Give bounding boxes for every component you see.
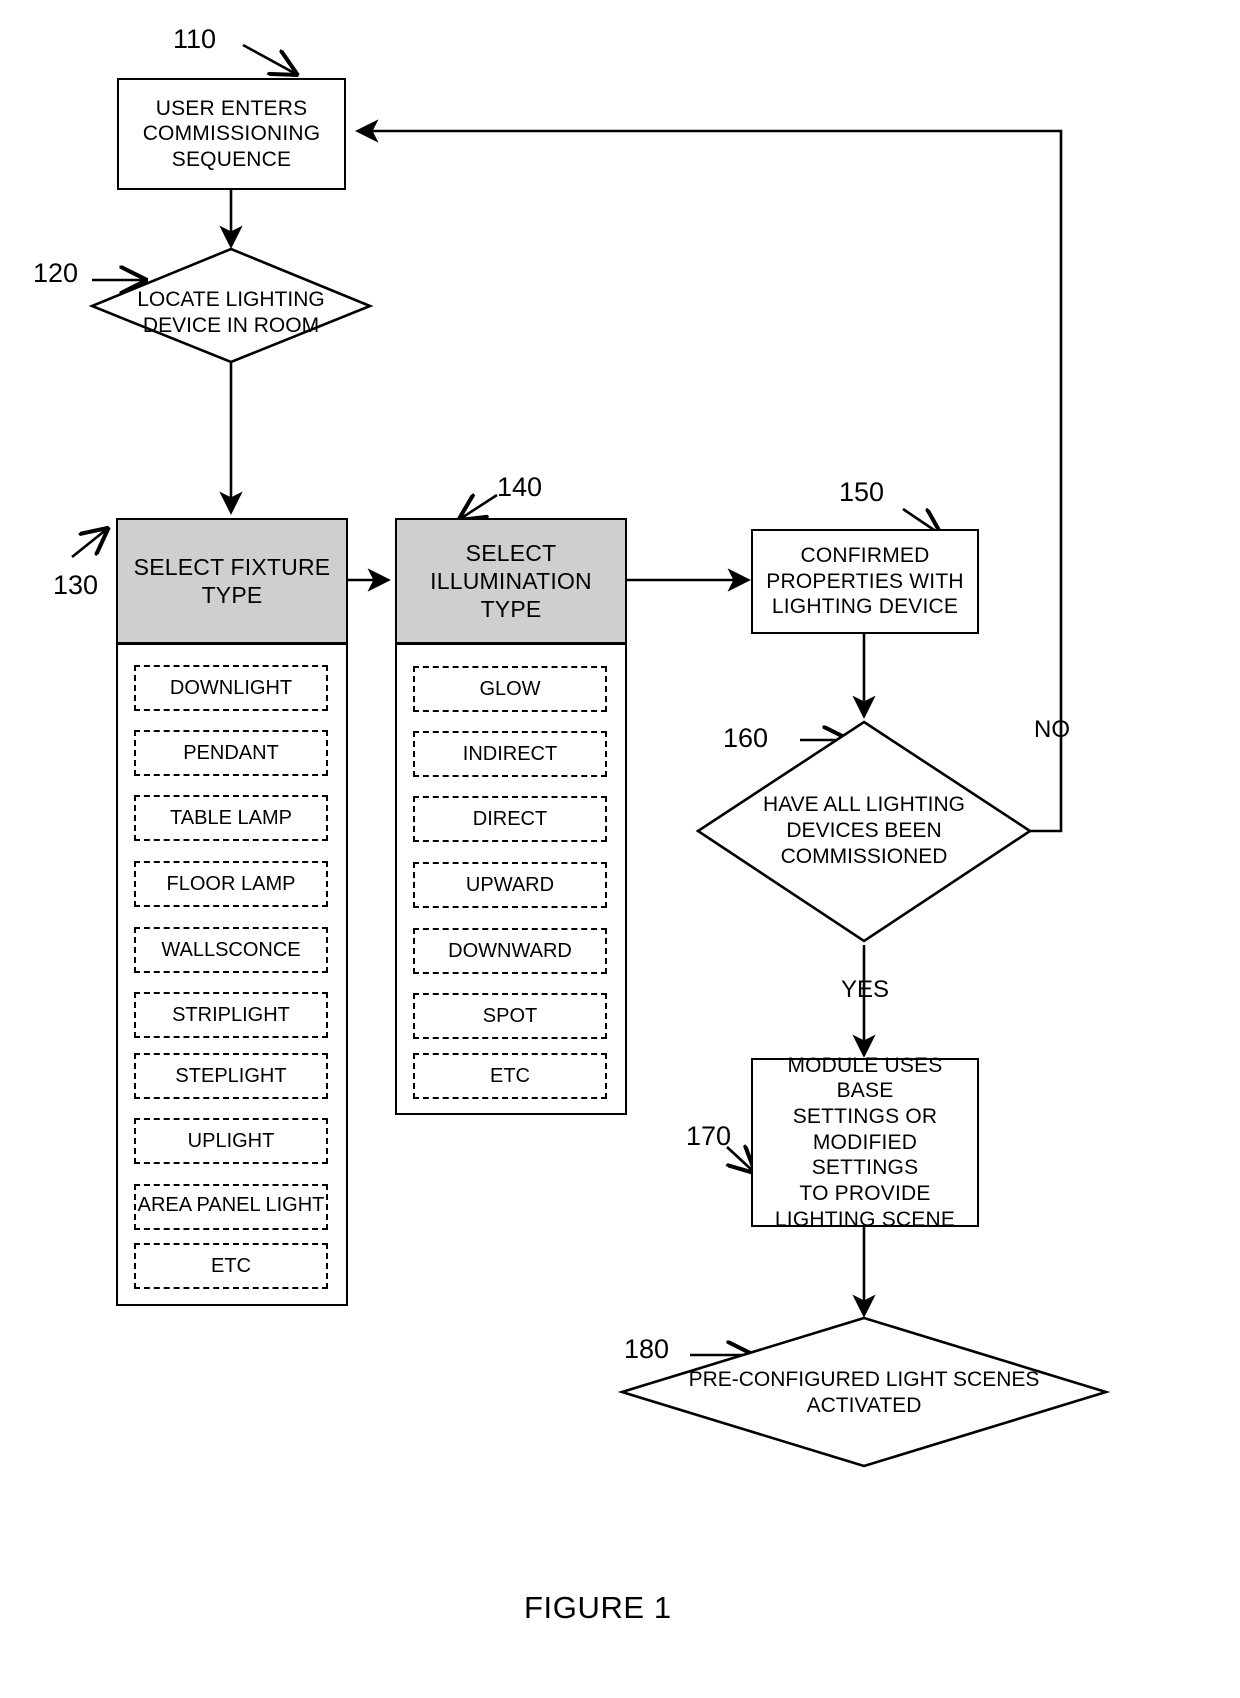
- fixture-option-uplight[interactable]: UPLIGHT: [134, 1118, 328, 1164]
- ref-numeral-170: 170: [686, 1121, 732, 1151]
- node-170-line4: TO PROVIDE: [799, 1181, 931, 1205]
- node-110-text: USER ENTERS COMMISSIONING SEQUENCE: [142, 96, 321, 171]
- illumination-option-label: ETC: [490, 1064, 530, 1087]
- node-170-line2: SETTINGS OR: [792, 1105, 938, 1129]
- node-130-header: SELECT FIXTURE TYPE: [133, 553, 331, 608]
- leader-110: [242, 43, 296, 74]
- figure-canvas: USER ENTERS COMMISSIONING SEQUENCE 110 L…: [0, 0, 1240, 1698]
- edge-label-yes: YES: [841, 976, 890, 1003]
- fixture-option-pendant[interactable]: PENDANT: [134, 730, 328, 776]
- ref-numeral-150: 150: [839, 477, 885, 507]
- fixture-option-wallsconce[interactable]: WALLSCONCE: [134, 927, 328, 973]
- node-confirmed-properties: CONFIRMED PROPERTIES WITH LIGHTING DEVIC…: [751, 529, 979, 634]
- fixture-option-label: PENDANT: [183, 741, 279, 764]
- leader-130: [71, 529, 107, 559]
- illumination-option-label: DIRECT: [472, 807, 548, 830]
- ref-numeral-130: 130: [53, 570, 99, 600]
- node-140-header: SELECT ILLUMINATION TYPE: [430, 539, 592, 623]
- node-170-line1: MODULE USES BASE: [787, 1053, 943, 1103]
- fixture-option-label: UPLIGHT: [187, 1129, 275, 1152]
- node-150-line3: LIGHTING DEVICE: [771, 595, 959, 619]
- illumination-option-label: GLOW: [479, 677, 541, 700]
- illumination-option-label: UPWARD: [465, 873, 555, 896]
- node-150-line2: PROPERTIES WITH: [766, 569, 964, 593]
- fixture-option-label: TABLE LAMP: [170, 806, 292, 829]
- illumination-option-downward[interactable]: DOWNWARD: [413, 928, 607, 974]
- fixture-option-label: DOWNLIGHT: [169, 676, 293, 699]
- illumination-option-label: DOWNWARD: [448, 939, 572, 962]
- ref-numeral-110: 110: [173, 24, 217, 54]
- edge-label-no: NO: [1034, 716, 1070, 743]
- fixture-option-floor-lamp[interactable]: FLOOR LAMP: [134, 861, 328, 907]
- node-module-uses-settings: MODULE USES BASE SETTINGS OR MODIFIED SE…: [751, 1054, 979, 1231]
- fixture-option-etc[interactable]: ETC: [134, 1243, 328, 1289]
- illumination-option-upward[interactable]: UPWARD: [413, 862, 607, 908]
- node-select-fixture-type[interactable]: SELECT FIXTURE TYPE: [116, 518, 348, 645]
- diamond-locate-shape: [88, 247, 374, 364]
- fixture-option-steplight[interactable]: STEPLIGHT: [134, 1053, 328, 1099]
- fixture-option-label: AREA PANEL LIGHT: [137, 1194, 325, 1216]
- illumination-option-etc[interactable]: ETC: [413, 1053, 607, 1099]
- fixture-option-label: STRIPLIGHT: [172, 1003, 290, 1026]
- node-170-line3: MODIFIED SETTINGS: [811, 1130, 919, 1180]
- fixture-option-area-panel-light[interactable]: AREA PANEL LIGHT: [134, 1184, 328, 1230]
- ref-numeral-180: 180: [624, 1334, 670, 1364]
- fixture-option-table-lamp[interactable]: TABLE LAMP: [134, 795, 328, 841]
- node-user-enters-commissioning-sequence: USER ENTERS COMMISSIONING SEQUENCE: [117, 78, 346, 190]
- illumination-option-spot[interactable]: SPOT: [413, 993, 607, 1039]
- node-170-line5: LIGHTING SCENE: [774, 1207, 956, 1231]
- fixture-option-label: WALLSCONCE: [161, 938, 301, 961]
- illumination-option-direct[interactable]: DIRECT: [413, 796, 607, 842]
- fixture-option-label: STEPLIGHT: [175, 1064, 287, 1087]
- node-150-line1: CONFIRMED: [800, 544, 930, 568]
- fixture-option-striplight[interactable]: STRIPLIGHT: [134, 992, 328, 1038]
- ref-numeral-120: 120: [33, 258, 79, 288]
- fixture-option-label: FLOOR LAMP: [166, 872, 296, 895]
- leader-140: [460, 495, 498, 519]
- node-select-illumination-type[interactable]: SELECT ILLUMINATION TYPE: [395, 518, 627, 645]
- ref-numeral-160: 160: [723, 723, 769, 753]
- illumination-option-glow[interactable]: GLOW: [413, 666, 607, 712]
- illumination-option-label: SPOT: [482, 1004, 538, 1027]
- diamond-scenes-shape: [617, 1316, 1111, 1468]
- illumination-option-indirect[interactable]: INDIRECT: [413, 731, 607, 777]
- ref-numeral-140: 140: [497, 472, 543, 502]
- figure-caption: FIGURE 1: [524, 1590, 672, 1625]
- fixture-option-label: ETC: [211, 1254, 251, 1277]
- diamond-all-commissioned-shape: [695, 720, 1033, 943]
- illumination-option-label: INDIRECT: [462, 742, 558, 765]
- fixture-option-downlight[interactable]: DOWNLIGHT: [134, 665, 328, 711]
